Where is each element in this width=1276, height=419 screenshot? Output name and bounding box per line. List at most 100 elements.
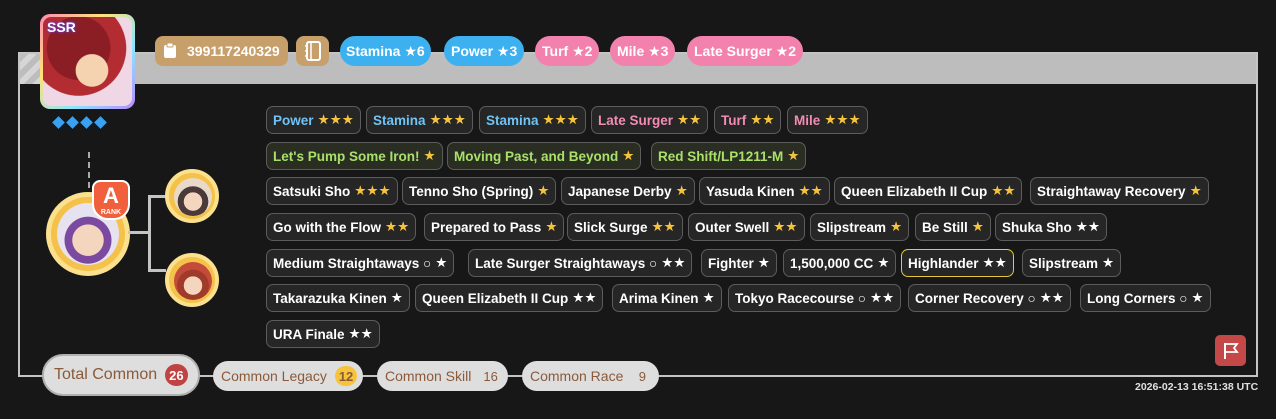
star-rating: ★	[1191, 290, 1204, 305]
character-card[interactable]: SSR	[40, 14, 135, 109]
spark-mile[interactable]: Mile ★3	[610, 36, 676, 66]
skill-chip[interactable]: Fighter ★	[701, 249, 777, 277]
report-flag-button[interactable]	[1215, 335, 1246, 366]
spark-label: Turf	[542, 43, 569, 59]
star-rating: ★	[423, 148, 436, 163]
chip-label: URA Finale	[273, 326, 345, 342]
common-legacy-label: Common Legacy	[221, 368, 327, 384]
chip-label: Power	[273, 112, 314, 128]
skill-chip[interactable]: Tokyo Racecourse ○ ★★	[728, 284, 902, 312]
chip-label: Prepared to Pass	[431, 219, 542, 235]
diamond-icon	[94, 116, 107, 129]
skill-chip[interactable]: Late Surger Straightaways ○ ★★	[468, 249, 693, 277]
race-chip[interactable]: Satsuki Sho ★★★	[266, 177, 398, 205]
race-chip[interactable]: Takarazuka Kinen ★	[266, 284, 410, 312]
race-chip[interactable]: Japanese Derby ★	[561, 177, 695, 205]
star-rating: ★★	[661, 255, 686, 270]
common-skill-badge[interactable]: Common Skill 16	[377, 361, 508, 391]
chip-label: Satsuki Sho	[273, 183, 351, 199]
skill-chip[interactable]: Prepared to Pass ★	[424, 213, 565, 241]
trainer-id-badge[interactable]: 399117240329	[155, 36, 288, 66]
skill-chip[interactable]: Highlander ★★	[901, 249, 1014, 277]
spark-stars: ★6	[404, 42, 425, 59]
chip-label: Medium Straightaways ○	[273, 255, 432, 271]
spark-chip[interactable]: Mile ★★★	[787, 106, 868, 134]
star-rating: ★★	[677, 112, 702, 127]
star-rating: ★	[537, 183, 550, 198]
common-legacy-badge[interactable]: Common Legacy 12	[213, 361, 364, 391]
star-rating: ★★★	[429, 112, 466, 127]
spark-stars: ★3	[648, 42, 669, 59]
skill-chip[interactable]: Outer Swell ★★	[688, 213, 805, 241]
chip-label: Shuka Sho	[1002, 219, 1072, 235]
total-common-badge[interactable]: Total Common 26	[42, 354, 200, 396]
tree-line	[148, 269, 166, 272]
chip-label: Queen Elizabeth II Cup	[422, 290, 569, 306]
star-rating: ★★	[869, 290, 895, 305]
grandparent-avatar-1[interactable]	[165, 169, 219, 223]
star-rating: ★★	[750, 112, 775, 127]
spark-chip[interactable]: Stamina ★★★	[479, 106, 586, 134]
unique-skill-chip[interactable]: Red Shift/LP1211-M ★	[651, 142, 807, 170]
race-chip[interactable]: Queen Elizabeth II Cup ★★	[415, 284, 604, 312]
unique-skill-chip[interactable]: Moving Past, and Beyond ★	[447, 142, 642, 170]
spark-power[interactable]: Power ★3	[444, 36, 525, 66]
race-chip[interactable]: Tenno Sho (Spring) ★	[402, 177, 557, 205]
unique-skill-chip[interactable]: Let's Pump Some Iron! ★	[266, 142, 443, 170]
star-rating: ★★	[1039, 290, 1064, 305]
skill-chip[interactable]: Corner Recovery ○ ★★	[908, 284, 1071, 312]
character-portrait: SSR	[43, 17, 132, 106]
scenario-chip[interactable]: URA Finale ★★	[266, 320, 380, 348]
star-rating: ★★★	[824, 112, 861, 127]
common-race-count: 9	[638, 368, 646, 384]
spark-label: Late Surger	[694, 43, 772, 59]
star-rating: ★★★	[542, 112, 579, 127]
race-chip[interactable]: Yasuda Kinen ★★	[699, 177, 830, 205]
star-rating: ★★	[572, 290, 597, 305]
chip-label: Moving Past, and Beyond	[454, 148, 619, 164]
grandparent-avatar-2[interactable]	[165, 253, 219, 307]
race-chip[interactable]: Shuka Sho ★★	[995, 213, 1107, 241]
skill-chip[interactable]: Slick Surge ★★	[567, 213, 683, 241]
spark-chip[interactable]: Late Surger ★★	[591, 106, 709, 134]
chip-label: Tokyo Racecourse ○	[735, 290, 866, 306]
chip-label: Corner Recovery ○	[915, 290, 1036, 306]
star-rating: ★	[1102, 255, 1115, 270]
spark-stars: ★2	[572, 42, 593, 59]
star-rating: ★★★	[354, 183, 391, 198]
spark-chip[interactable]: Stamina ★★★	[366, 106, 473, 134]
star-rating: ★★	[798, 183, 823, 198]
common-race-badge[interactable]: Common Race 9	[522, 361, 660, 391]
spark-stamina[interactable]: Stamina ★6	[340, 36, 431, 66]
skill-chip[interactable]: Straightaway Recovery ★	[1030, 177, 1209, 205]
skill-chip[interactable]: Medium Straightaways ○ ★	[266, 249, 455, 277]
rarity-label: SSR	[47, 19, 76, 35]
chip-label: Straightaway Recovery	[1037, 183, 1186, 199]
skill-chip[interactable]: Slipstream ★	[810, 213, 910, 241]
chip-label: Slick Surge	[574, 219, 648, 235]
race-chip[interactable]: Arima Kinen ★	[612, 284, 722, 312]
total-common-label: Total Common	[54, 366, 158, 383]
spark-turf[interactable]: Turf ★2	[535, 36, 600, 66]
skill-chip[interactable]: Long Corners ○ ★	[1080, 284, 1211, 312]
star-rating: ★	[390, 290, 403, 305]
race-chip[interactable]: Queen Elizabeth II Cup ★★	[834, 177, 1023, 205]
chip-label: Be Still	[922, 219, 968, 235]
skill-chip[interactable]: Slipstream ★	[1022, 249, 1122, 277]
spark-late-surger[interactable]: Late Surger ★2	[687, 36, 804, 66]
star-rating: ★	[675, 183, 688, 198]
scenario-chip[interactable]: 1,500,000 CC ★	[783, 249, 897, 277]
chip-label: Outer Swell	[695, 219, 770, 235]
spark-chip[interactable]: Turf ★★	[714, 106, 782, 134]
chip-label: Red Shift/LP1211-M	[658, 148, 784, 164]
book-button[interactable]	[296, 36, 329, 66]
skill-chip[interactable]: Be Still ★	[915, 213, 991, 241]
star-rating: ★★	[1075, 219, 1100, 234]
star-rating: ★★	[348, 326, 373, 341]
spark-chip[interactable]: Power ★★★	[266, 106, 361, 134]
spark-label: Mile	[617, 43, 645, 59]
tree-line	[128, 231, 150, 234]
star-rating: ★	[757, 255, 770, 270]
skill-chip[interactable]: Go with the Flow ★★	[266, 213, 417, 241]
chip-label: Late Surger Straightaways ○	[475, 255, 658, 271]
